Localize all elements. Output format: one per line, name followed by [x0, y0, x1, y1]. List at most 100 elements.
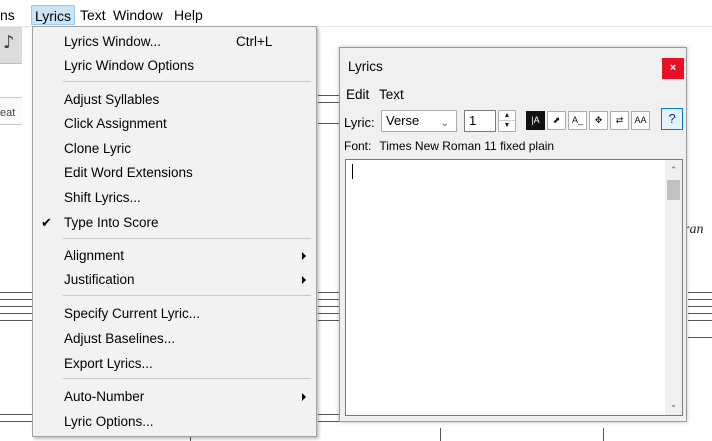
lyrics-window: Lyrics × Edit Text Lyric: Verse ⌄ 1 ▲ ▼ … — [339, 47, 687, 422]
stepper-down-icon[interactable]: ▼ — [499, 121, 515, 131]
menu-item-label: Clone Lyric — [64, 141, 132, 156]
menu-item-label: Lyric Window Options — [64, 58, 195, 73]
staff-line — [318, 299, 339, 300]
window-menu-text[interactable]: Text — [379, 87, 404, 102]
staff-line — [0, 414, 32, 415]
selection-arrow-icon[interactable]: ⬈ — [547, 111, 566, 130]
window-menu-edit[interactable]: Edit — [346, 87, 369, 102]
staff-line — [318, 123, 339, 124]
menu-item-lyric-options[interactable]: Lyric Options... — [33, 410, 316, 433]
menu-item-label: Shift Lyrics... — [64, 190, 141, 205]
lyrics-text-area[interactable]: ⌃ ⌄ — [345, 159, 683, 416]
staff-line — [318, 292, 339, 293]
type-into-score-icon[interactable]: |A — [526, 111, 545, 130]
staff-line — [318, 306, 339, 307]
menu-item-label: Export Lyrics... — [64, 356, 153, 371]
swap-icon[interactable]: ⇄ — [610, 111, 629, 130]
stepper-up-icon[interactable]: ▲ — [499, 111, 515, 121]
menu-item-export-lyrics[interactable]: Export Lyrics... — [33, 352, 316, 375]
lyric-extension-icon[interactable]: A_ — [568, 111, 587, 130]
menu-separator — [63, 238, 311, 239]
staff-line — [688, 313, 712, 314]
move-icon[interactable]: ✥ — [589, 111, 608, 130]
menu-text[interactable]: Text — [80, 7, 106, 23]
staff-line — [318, 313, 339, 314]
lyric-type-label: Lyric: — [344, 115, 375, 130]
menu-item-label: Lyric Options... — [64, 414, 154, 429]
staff-line — [318, 320, 339, 321]
menu-item-justification[interactable]: Justification — [33, 268, 316, 291]
staff-line — [688, 299, 712, 300]
shortcut-label: Ctrl+L — [236, 34, 273, 49]
staff-line — [0, 320, 32, 321]
submenu-arrow-icon — [302, 276, 306, 284]
window-title: Lyrics — [348, 59, 383, 74]
menubar: ns Lyrics Text Window Help — [0, 0, 712, 27]
menu-item-clone-lyric[interactable]: Clone Lyric — [33, 137, 316, 160]
scroll-down-icon[interactable]: ⌄ — [665, 396, 682, 413]
font-value: Times New Roman 11 fixed plain — [379, 139, 555, 153]
lyric-number-stepper[interactable]: ▲ ▼ — [498, 110, 516, 132]
staff-line — [0, 292, 32, 293]
scroll-up-icon[interactable]: ⌃ — [665, 162, 682, 179]
menu-item-label: Lyrics Window... — [64, 34, 162, 49]
menu-item-label: Click Assignment — [64, 116, 167, 131]
submenu-arrow-icon — [302, 393, 306, 401]
barline — [440, 428, 441, 441]
scrollbar-thumb[interactable] — [667, 180, 680, 200]
staff-line — [688, 320, 712, 321]
staff-line — [0, 421, 32, 422]
menu-item-click-assignment[interactable]: Click Assignment — [33, 112, 316, 135]
menu-item-label: Adjust Baselines... — [64, 331, 176, 346]
menu-item-specify-current-lyric[interactable]: Specify Current Lyric... — [33, 302, 316, 325]
font-info: Font: Times New Roman 11 fixed plain — [344, 139, 554, 153]
menu-item-label: Justification — [64, 272, 135, 287]
staff-line — [318, 102, 339, 103]
menu-item-label: Adjust Syllables — [64, 92, 160, 107]
menu-item-adjust-syllables[interactable]: Adjust Syllables — [33, 88, 316, 111]
staff-line — [0, 299, 32, 300]
lyric-type-value: Verse — [386, 113, 420, 128]
staff-line — [318, 421, 339, 422]
menu-separator — [63, 378, 311, 379]
close-button[interactable]: × — [662, 58, 684, 79]
menu-item-type-into-score[interactable]: ✔ Type Into Score — [33, 211, 316, 234]
menu-separator — [63, 295, 311, 296]
staff-line — [0, 313, 32, 314]
menu-window[interactable]: Window — [113, 7, 163, 23]
staff-line — [318, 95, 339, 96]
chevron-down-icon: ⌄ — [440, 118, 449, 129]
menu-item-alignment[interactable]: Alignment — [33, 244, 316, 267]
font-size-icon[interactable]: AA — [631, 111, 650, 130]
menu-item-label: Edit Word Extensions — [64, 165, 193, 180]
staff-line — [688, 337, 712, 338]
menu-item-label: Type Into Score — [64, 215, 159, 230]
menu-item-label: Specify Current Lyric... — [64, 306, 201, 321]
menu-help[interactable]: Help — [174, 7, 203, 23]
menu-item-edit-word-extensions[interactable]: Edit Word Extensions — [33, 161, 316, 184]
staff-line — [688, 292, 712, 293]
font-label: Font: — [344, 139, 372, 153]
menu-item-lyric-window-options[interactable]: Lyric Window Options — [33, 54, 316, 77]
menu-lyrics[interactable]: Lyrics — [31, 5, 76, 25]
menu-item-label: Auto-Number — [64, 389, 145, 404]
staff-line — [0, 306, 32, 307]
menu-item-auto-number[interactable]: Auto-Number — [33, 385, 316, 408]
submenu-arrow-icon — [302, 252, 306, 260]
staff-line — [688, 306, 712, 307]
text-cursor — [352, 164, 353, 179]
menu-item-adjust-baselines[interactable]: Adjust Baselines... — [33, 327, 316, 350]
menu-truncated[interactable]: ns — [0, 7, 15, 23]
checkmark-icon: ✔ — [41, 215, 52, 230]
note-tool-icon[interactable]: ♪ — [3, 32, 15, 53]
background-header-text: eat — [0, 107, 16, 119]
lyrics-dropdown-menu: Lyrics Window... Ctrl+L Lyric Window Opt… — [32, 26, 317, 437]
staff-line — [318, 414, 339, 415]
help-button[interactable]: ? — [661, 108, 683, 130]
background-toolbar: ♪ — [0, 27, 22, 64]
lyric-type-select[interactable]: Verse ⌄ — [381, 110, 457, 132]
menu-item-lyrics-window[interactable]: Lyrics Window... Ctrl+L — [33, 30, 316, 53]
vertical-scrollbar[interactable]: ⌃ ⌄ — [665, 160, 682, 415]
lyric-number-field[interactable]: 1 — [464, 110, 496, 132]
menu-item-shift-lyrics[interactable]: Shift Lyrics... — [33, 186, 316, 209]
